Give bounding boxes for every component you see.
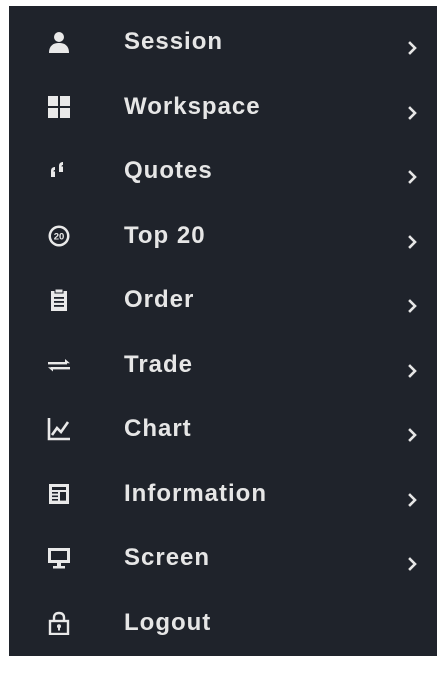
chevron-right-icon <box>405 167 421 187</box>
user-icon <box>47 30 71 54</box>
chevron-right-icon <box>405 361 421 381</box>
menu-item-label: Top 20 <box>124 222 206 250</box>
menu-item-label: Session <box>124 28 223 56</box>
menu-item-quotes[interactable]: Quotes <box>9 157 437 222</box>
menu-item-label: Chart <box>124 415 192 443</box>
menu-item-label: Trade <box>124 351 193 379</box>
menu-item-logout[interactable]: Logout <box>9 609 437 673</box>
side-menu: Session Workspace Quotes <box>9 6 437 656</box>
menu-item-workspace[interactable]: Workspace <box>9 93 437 158</box>
menu-item-order[interactable]: Order <box>9 286 437 351</box>
menu-item-label: Workspace <box>124 93 261 121</box>
menu-item-label: Information <box>124 480 267 508</box>
chevron-right-icon <box>405 296 421 316</box>
menu-item-chart[interactable]: Chart <box>9 415 437 480</box>
chevron-right-icon <box>405 232 421 252</box>
chevron-right-icon <box>405 554 421 574</box>
menu-item-information[interactable]: Information <box>9 480 437 545</box>
top20-badge-text: 20 <box>54 231 65 242</box>
line-chart-icon <box>47 417 71 441</box>
grid-icon <box>47 95 71 119</box>
menu-item-label: Screen <box>124 544 210 572</box>
quotes-icon <box>47 159 71 183</box>
menu-item-screen[interactable]: Screen <box>9 544 437 609</box>
lock-icon <box>47 611 71 635</box>
menu-item-label: Logout <box>124 609 211 637</box>
menu-item-trade[interactable]: Trade <box>9 351 437 416</box>
monitor-icon <box>47 546 71 570</box>
chevron-right-icon <box>405 425 421 445</box>
newspaper-icon <box>47 482 71 506</box>
menu-item-label: Quotes <box>124 157 213 185</box>
clipboard-icon <box>47 288 71 312</box>
menu-item-top-20[interactable]: 20 Top 20 <box>9 222 437 287</box>
top20-badge-icon: 20 <box>47 224 71 248</box>
menu-item-session[interactable]: Session <box>9 28 437 93</box>
chevron-right-icon <box>405 38 421 58</box>
menu-item-label: Order <box>124 286 194 314</box>
chevron-right-icon <box>405 490 421 510</box>
chevron-right-icon <box>405 103 421 123</box>
exchange-arrows-icon <box>47 353 71 377</box>
